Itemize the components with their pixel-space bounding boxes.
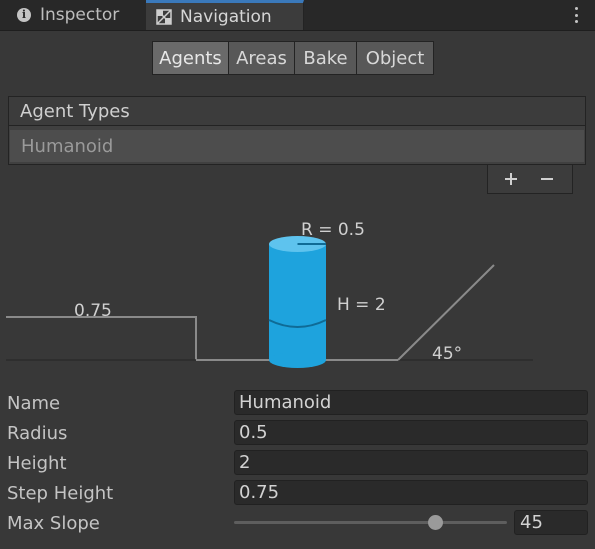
- radius-field[interactable]: 0.5: [234, 420, 588, 445]
- height-label: Height: [7, 452, 67, 474]
- plus-icon: [505, 173, 517, 185]
- step-outline: [6, 316, 197, 360]
- tab-navigation[interactable]: Navigation: [146, 0, 304, 30]
- step-height-label: Step Height: [7, 482, 114, 504]
- name-field[interactable]: Humanoid: [234, 390, 588, 415]
- radius-label: Radius: [7, 422, 68, 444]
- agent-types-footer: [487, 165, 573, 194]
- tab-inspector[interactable]: i Inspector: [0, 0, 146, 30]
- agent-types-list: Humanoid: [8, 125, 586, 165]
- tab-navigation-label: Navigation: [180, 6, 272, 27]
- info-icon: i: [16, 7, 32, 23]
- remove-agent-type-button[interactable]: [532, 165, 562, 193]
- radius-label: R = 0.5: [301, 220, 365, 240]
- agent-cylinder: [268, 236, 327, 368]
- name-label: Name: [7, 392, 61, 414]
- max-slope-label: Max Slope: [7, 512, 100, 534]
- segment-areas[interactable]: Areas: [228, 41, 295, 75]
- max-slope-slider-track[interactable]: [234, 521, 507, 524]
- more-options-icon[interactable]: [571, 5, 581, 25]
- max-slope-field[interactable]: 45: [514, 510, 588, 535]
- window-tab-bar: i Inspector Navigation: [0, 0, 595, 31]
- agent-diagram: R = 0.5 H = 2 0.75 45°: [6, 220, 533, 368]
- segment-agents[interactable]: Agents: [152, 41, 229, 75]
- segment-bake[interactable]: Bake: [294, 41, 357, 75]
- segment-object[interactable]: Object: [356, 41, 434, 75]
- tab-inspector-label: Inspector: [40, 5, 120, 25]
- height-field[interactable]: 2: [234, 450, 588, 475]
- step-height-label: 0.75: [74, 301, 112, 321]
- minus-icon: [541, 178, 553, 180]
- navmesh-icon: [156, 8, 172, 25]
- add-agent-type-button[interactable]: [496, 165, 526, 193]
- agent-types-header: Agent Types: [8, 96, 586, 125]
- step-height-field[interactable]: 0.75: [234, 480, 588, 505]
- height-label: H = 2: [337, 295, 386, 315]
- max-slope-slider-handle[interactable]: [427, 515, 443, 530]
- list-item[interactable]: Humanoid: [10, 130, 584, 162]
- slope-label: 45°: [432, 344, 462, 364]
